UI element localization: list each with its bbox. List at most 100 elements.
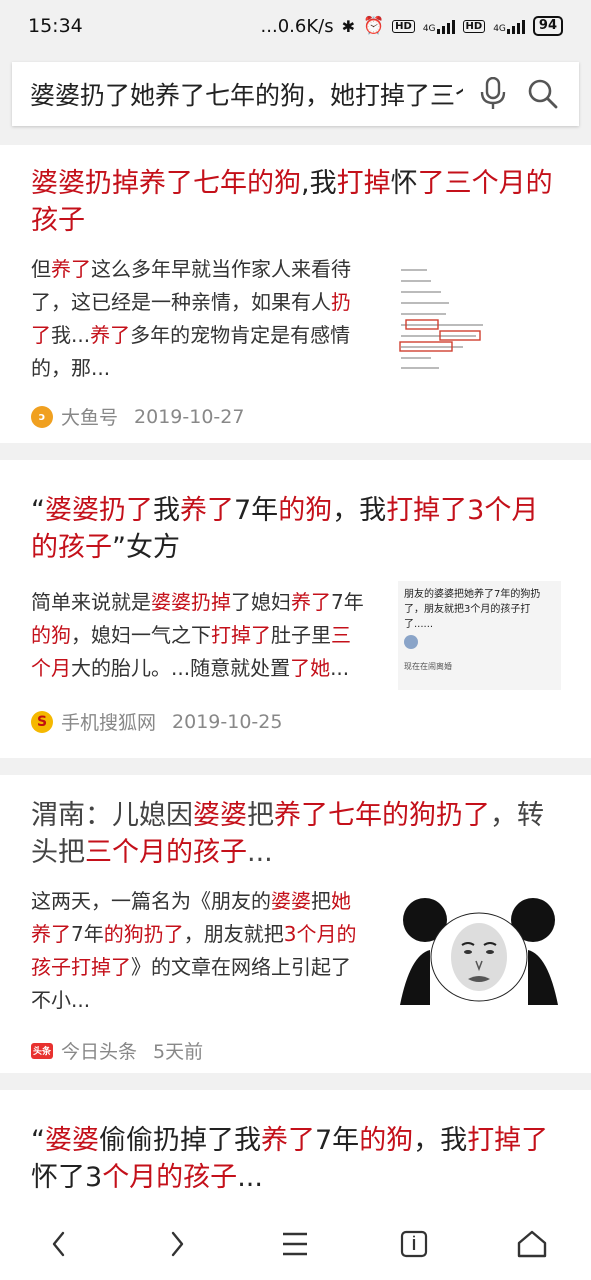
highlight-text: 养了 bbox=[261, 1125, 315, 1156]
highlight-text: 了 bbox=[31, 323, 51, 347]
plain-text: ，媳妇一气之下 bbox=[71, 623, 211, 647]
plain-text: 把 bbox=[311, 889, 331, 913]
highlight-text: 孩子 bbox=[31, 205, 85, 236]
result-card-1[interactable]: 婆婆扔掉养了七年的狗,我打掉怀了三个月的孩子 但养了这么多年早就当作家人来看待了… bbox=[0, 145, 591, 443]
source-date: 2019-10-25 bbox=[172, 710, 283, 733]
highlight-text: 的狗 bbox=[31, 623, 71, 647]
source-name: 今日头条 bbox=[61, 1041, 138, 1063]
highlight-text: 婆婆扔掉 bbox=[151, 590, 231, 614]
plain-text: 简单来说就是 bbox=[31, 590, 151, 614]
plain-text: 我... bbox=[51, 323, 91, 347]
snippet-line: 不小... bbox=[31, 984, 381, 1017]
plain-text: 肚子里 bbox=[271, 623, 331, 647]
plain-text: 偷偷扔掉了我 bbox=[99, 1125, 261, 1156]
plain-text: 》的文章在网络上引起了 bbox=[131, 955, 351, 979]
snippet-line: 养了7年的狗扔了，朋友就把3个月的 bbox=[31, 918, 381, 951]
snippet-line: 的，那... bbox=[31, 352, 376, 385]
result-title[interactable]: 婆婆扔掉养了七年的狗,我打掉怀了三个月的孩子 bbox=[31, 165, 561, 239]
result-snippet: 这两天，一篇名为《朋友的婆婆把她 养了7年的狗扔了，朋友就把3个月的 孩子打掉了》的… bbox=[31, 885, 381, 1017]
result-title[interactable]: “婆婆偷偷扔掉了我养了7年的狗，我打掉了怀了3个月的孩子... bbox=[31, 1122, 561, 1196]
tabs-icon[interactable] bbox=[384, 1214, 444, 1274]
source-date: 5天前 bbox=[153, 1041, 204, 1063]
result-title[interactable]: 渭南：儿媳因婆婆把养了七年的狗扔了，转头把三个月的孩子... bbox=[31, 797, 561, 871]
search-input[interactable] bbox=[30, 79, 463, 109]
highlight-text: 的狗 bbox=[359, 1125, 414, 1156]
result-card-2[interactable]: “婆婆扔了我养了7年的狗，我打掉了3个月的孩子”女方 简单来说就是婆婆扔掉了媳妇… bbox=[0, 460, 591, 758]
result-card-3[interactable]: 渭南：儿媳因婆婆把养了七年的狗扔了，转头把三个月的孩子... 这两天，一篇名为《… bbox=[0, 775, 591, 1073]
panda-meme-image bbox=[400, 895, 558, 1005]
result-title[interactable]: “婆婆扔了我养了7年的狗，我打掉了3个月的孩子”女方 bbox=[31, 492, 561, 566]
highlight-text: 养了 bbox=[291, 590, 331, 614]
hd-badge-2: HD bbox=[462, 19, 486, 33]
source-date: 2019-10-27 bbox=[134, 405, 245, 428]
plain-text: 我 bbox=[153, 495, 180, 526]
highlight-text: 三个月的孩子 bbox=[85, 837, 247, 868]
highlight-text: 养了 bbox=[90, 323, 131, 347]
highlight-text: 婆婆 bbox=[45, 1125, 99, 1156]
menu-icon[interactable] bbox=[265, 1214, 325, 1274]
plain-text: 的，那... bbox=[31, 356, 111, 380]
plain-text: ... bbox=[247, 837, 273, 868]
plain-text: 怀了3 bbox=[31, 1162, 103, 1193]
highlight-text: 扔 bbox=[331, 290, 351, 314]
search-icon[interactable] bbox=[523, 74, 563, 114]
source-name: 大鱼号 bbox=[61, 407, 119, 429]
alarm-icon: ⏰ bbox=[362, 16, 385, 36]
highlight-text: 婆婆 bbox=[271, 889, 311, 913]
highlight-text: 她 bbox=[331, 889, 351, 913]
thumbnail-caption: 朋友的婆婆把她养了7年的狗扔了，朋友就把3个月的孩子打了...... bbox=[404, 589, 541, 630]
source-logo-icon: S bbox=[31, 710, 53, 733]
plain-text: ，我 bbox=[332, 495, 387, 526]
plain-text: ,我 bbox=[301, 168, 337, 199]
plain-text: “ bbox=[31, 495, 45, 526]
plain-text: 7年 bbox=[71, 922, 104, 946]
plain-text: 这两天，一篇名为《朋友的 bbox=[31, 889, 271, 913]
plain-text: 这么多年早就当作家人来看待 bbox=[91, 257, 351, 281]
snippet-line: 孩子打掉了》的文章在网络上引起了 bbox=[31, 951, 381, 984]
highlight-text: 三 bbox=[331, 623, 351, 647]
hd-badge-1: HD bbox=[392, 19, 415, 33]
highlight-text: 孩子打掉了 bbox=[31, 955, 131, 979]
thumbnail-avatar bbox=[404, 635, 418, 649]
bottom-navigation bbox=[0, 1208, 591, 1280]
plain-text: “ bbox=[31, 1125, 45, 1156]
source-logo-icon: ɔ bbox=[31, 405, 53, 428]
microphone-icon[interactable] bbox=[473, 74, 513, 114]
plain-text: 了，这已经是一种亲情，如果有人 bbox=[31, 290, 331, 314]
chevron-right-icon[interactable] bbox=[147, 1214, 207, 1274]
result-source: 头条 今日头条 5天前 bbox=[31, 1037, 203, 1064]
snippet-line: 了，这已经是一种亲情，如果有人扔 bbox=[31, 286, 376, 319]
result-thumbnail[interactable] bbox=[400, 895, 558, 1005]
result-thumbnail[interactable]: 朋友的婆婆把她养了7年的狗扔了，朋友就把3个月的孩子打了...... 现在在闹离… bbox=[398, 581, 561, 690]
result-thumbnail[interactable] bbox=[396, 263, 496, 381]
result-source: ɔ 大鱼号 2019-10-27 bbox=[31, 403, 244, 430]
highlight-text: 了三个月的 bbox=[417, 168, 553, 199]
plain-text: 了媳妇 bbox=[231, 590, 291, 614]
highlight-text: 个月的孩子 bbox=[102, 1162, 238, 1193]
plain-text: 怀 bbox=[390, 168, 418, 199]
status-bar: 15:34 ...0.6K/s ✱ ⏰ HD 4G HD 4G 94 bbox=[0, 0, 591, 52]
highlight-text: 3个月的 bbox=[283, 922, 357, 946]
chevron-left-icon[interactable] bbox=[29, 1214, 89, 1274]
plain-text: ... bbox=[237, 1162, 263, 1193]
highlight-text: 打掉了 bbox=[467, 1125, 549, 1156]
snippet-line: 简单来说就是婆婆扔掉了媳妇养了7年 bbox=[31, 586, 386, 619]
snippet-line: 的狗，媳妇一气之下打掉了肚子里三 bbox=[31, 619, 386, 652]
result-snippet: 简单来说就是婆婆扔掉了媳妇养了7年 的狗，媳妇一气之下打掉了肚子里三 个月大的胎儿。… bbox=[31, 586, 386, 685]
highlight-text: 打掉了 bbox=[211, 623, 271, 647]
highlight-text: 婆婆 bbox=[193, 800, 247, 831]
plain-text: 渭南：儿媳因 bbox=[31, 800, 193, 831]
highlight-text: 打掉 bbox=[336, 168, 391, 199]
snippet-line: 这两天，一篇名为《朋友的婆婆把她 bbox=[31, 885, 381, 918]
result-card-4[interactable]: “婆婆偷偷扔掉了我养了7年的狗，我打掉了怀了3个月的孩子... bbox=[0, 1090, 591, 1208]
highlight-text: 婆婆扔掉养了七年的狗 bbox=[31, 168, 301, 199]
plain-text: 大的胎儿。...随意就处置 bbox=[71, 656, 291, 680]
plain-text: ”女方 bbox=[112, 532, 180, 563]
plain-text: 多年的宠物肯定是有感情 bbox=[130, 323, 351, 347]
plain-text: 7年 bbox=[331, 590, 364, 614]
plain-text: 不小... bbox=[31, 988, 91, 1012]
home-icon[interactable] bbox=[502, 1214, 562, 1274]
battery-icon: 94 bbox=[532, 16, 563, 36]
snippet-line: 个月大的胎儿。...随意就处置了她... bbox=[31, 652, 386, 685]
signal-icon-2: 4G bbox=[493, 18, 525, 34]
